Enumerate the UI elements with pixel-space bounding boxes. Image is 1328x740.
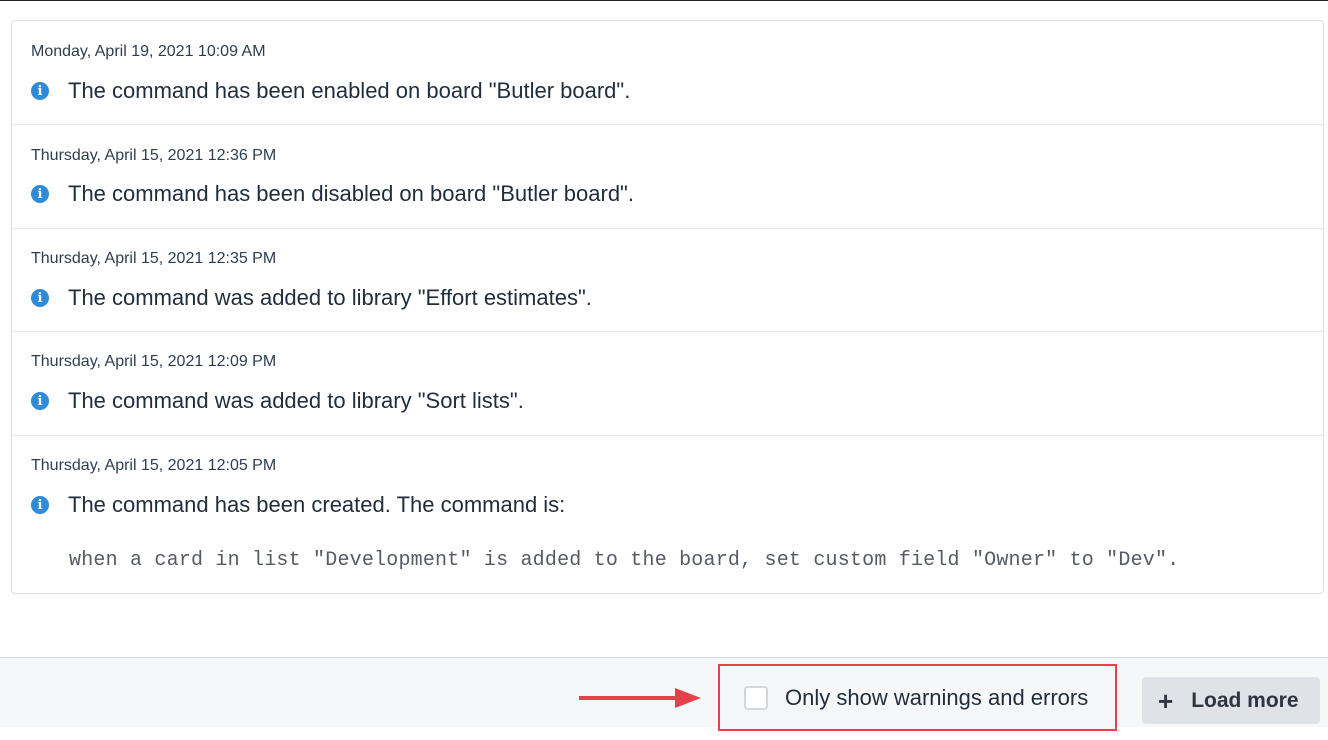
log-message: The command has been disabled on board "… [68,181,634,206]
top-divider [0,0,1328,1]
command-log-panel: Monday, April 19, 2021 10:09 AM i The co… [11,20,1324,594]
log-message: The command has been enabled on board "B… [68,78,631,103]
load-more-label: Load more [1191,688,1299,712]
log-message-row: i The command has been created. The comm… [31,492,566,517]
info-icon: i [31,392,49,410]
log-entry: Monday, April 19, 2021 10:09 AM i The co… [12,21,1323,125]
log-message-row: i The command has been disabled on board… [31,181,634,206]
info-icon: i [31,82,49,100]
log-message-row: i The command was added to library "Sort… [31,388,524,413]
log-timestamp: Thursday, April 15, 2021 12:05 PM [31,457,277,474]
log-timestamp: Monday, April 19, 2021 10:09 AM [31,43,266,60]
info-icon: i [31,185,49,203]
log-entry: Thursday, April 15, 2021 12:09 PM i The … [12,332,1323,436]
log-entry: Thursday, April 15, 2021 12:35 PM i The … [12,229,1323,332]
log-message-row: i The command has been enabled on board … [31,78,631,103]
log-message: The command has been created. The comman… [68,492,566,517]
log-timestamp: Thursday, April 15, 2021 12:35 PM [31,250,277,267]
log-entry: Thursday, April 15, 2021 12:05 PM i The … [12,436,1323,593]
arrow-icon [579,688,701,708]
log-message-row: i The command was added to library "Effo… [31,285,592,310]
log-timestamp: Thursday, April 15, 2021 12:09 PM [31,353,277,370]
log-message: The command was added to library "Effort… [68,285,592,310]
plus-icon: + [1158,685,1174,716]
info-icon: i [31,496,49,514]
command-code: when a card in list "Development" is add… [69,549,1180,572]
info-icon: i [31,289,49,307]
log-message: The command was added to library "Sort l… [68,388,524,413]
warnings-filter[interactable]: Only show warnings and errors [718,664,1117,731]
log-entry: Thursday, April 15, 2021 12:36 PM i The … [12,125,1323,229]
warnings-filter-label[interactable]: Only show warnings and errors [785,685,1088,711]
load-more-button[interactable]: + Load more [1142,677,1320,724]
log-timestamp: Thursday, April 15, 2021 12:36 PM [31,147,277,164]
warnings-errors-checkbox[interactable] [744,685,768,710]
